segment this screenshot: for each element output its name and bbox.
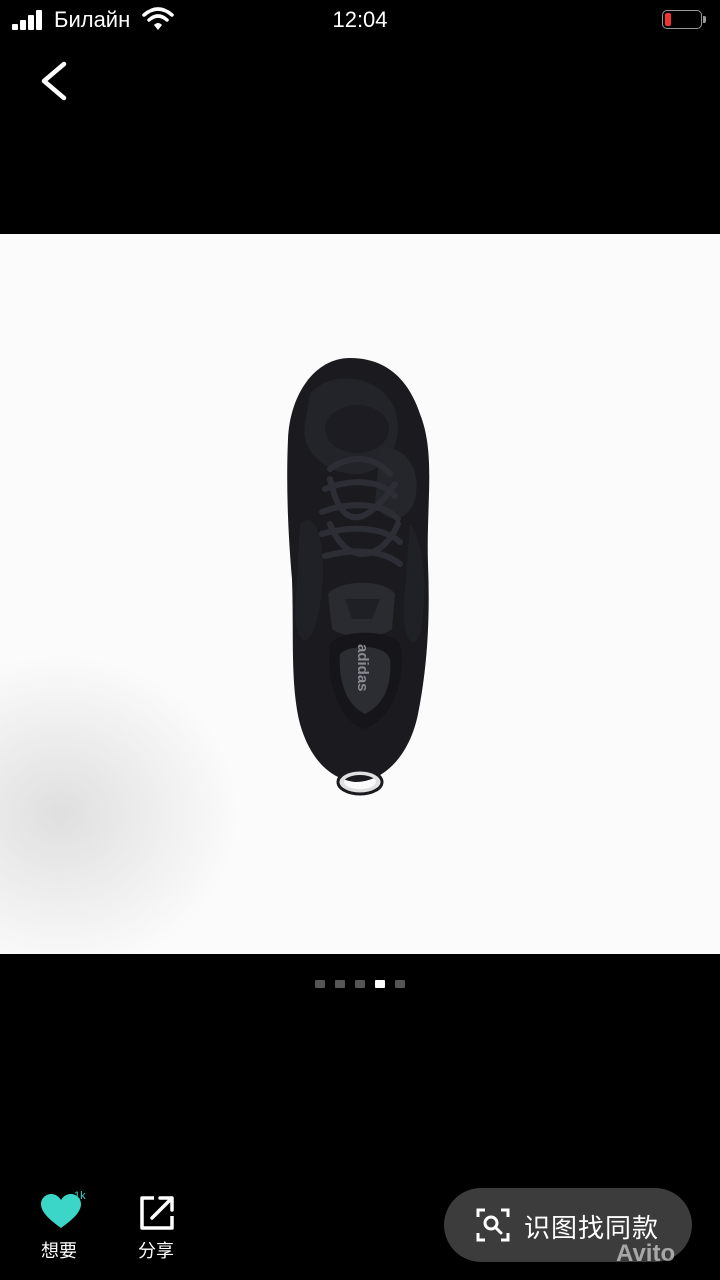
page-dot-active[interactable]: [375, 980, 385, 988]
page-dot[interactable]: [395, 980, 405, 988]
page-indicator: [0, 980, 720, 990]
share-button[interactable]: 分享: [137, 1190, 197, 1261]
page-dot[interactable]: [315, 980, 325, 988]
share-icon: [140, 1196, 174, 1230]
want-label: 想要: [41, 1241, 77, 1261]
battery-icon: [662, 10, 706, 29]
sneaker-image: adidas: [287, 358, 430, 796]
product-image-gallery[interactable]: adidas: [0, 234, 720, 954]
watermark-text: Avito: [616, 1240, 676, 1267]
clock: 12:04: [332, 7, 388, 32]
page-dot[interactable]: [335, 980, 345, 988]
want-button[interactable]: 1k 想要: [40, 1190, 100, 1261]
status-bar: Билайн 12:04: [0, 0, 720, 40]
want-count: 1k: [74, 1190, 86, 1202]
page-dot[interactable]: [355, 980, 365, 988]
chevron-left-icon: [41, 61, 67, 101]
share-label: 分享: [138, 1241, 174, 1261]
avito-watermark: Avito: [616, 1240, 675, 1268]
back-button[interactable]: [30, 56, 80, 106]
brand-logo: adidas: [354, 644, 371, 692]
image-search-icon: [476, 1208, 510, 1242]
